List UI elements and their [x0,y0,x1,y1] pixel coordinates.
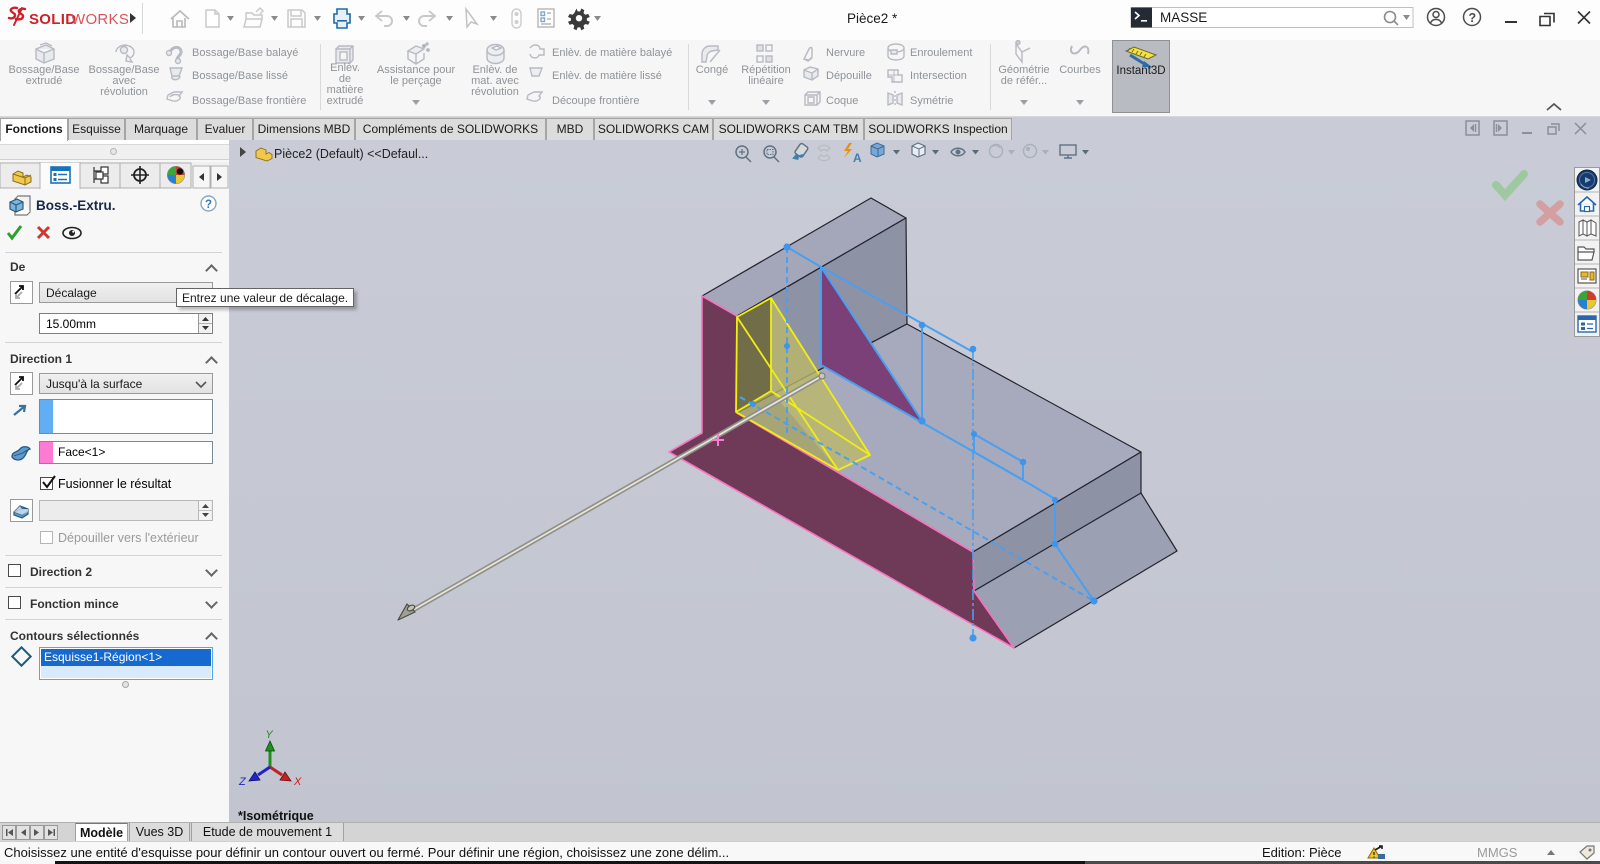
svg-text:?: ? [1469,11,1477,25]
svg-text:Pièce2 (Default) <<Defaul...: Pièce2 (Default) <<Defaul... [274,147,428,161]
svg-text:?: ? [205,199,212,211]
svg-text:SOLID: SOLID [29,11,76,28]
svg-text:Pièce2 *: Pièce2 * [847,11,898,26]
svg-text:Y: Y [265,729,273,741]
svg-text:MASSE: MASSE [1160,10,1207,25]
svg-text:X: X [293,776,302,788]
svg-text:*Isométrique: *Isométrique [238,809,314,822]
svg-text:Z: Z [238,776,247,788]
svg-text:A: A [853,151,862,165]
svg-text:WORKS: WORKS [71,11,129,28]
svg-text:Instant3D: Instant3D [1116,65,1165,77]
